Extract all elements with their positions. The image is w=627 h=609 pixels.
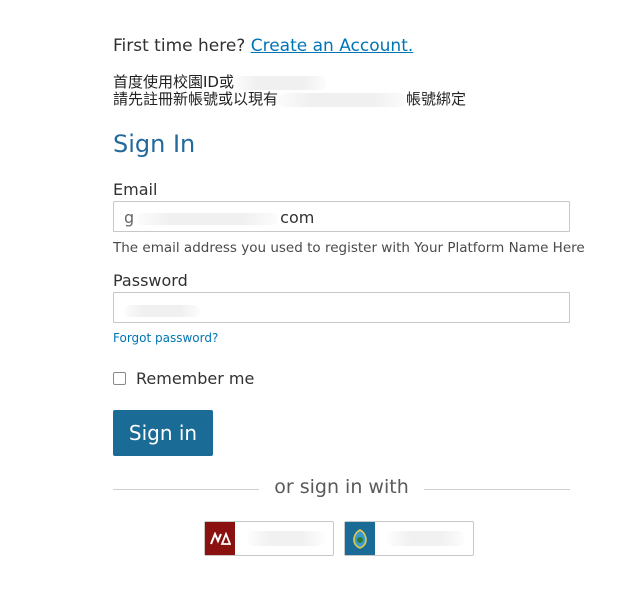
ntu-logo-icon (205, 522, 235, 555)
page-title: Sign In (113, 130, 196, 158)
password-label: Password (113, 271, 188, 290)
remember-me-label: Remember me (136, 369, 255, 388)
first-time-text: First time here? (113, 36, 246, 56)
email-value-suffix: com (280, 208, 315, 227)
provider-button-1[interactable] (204, 521, 334, 556)
sign-in-button[interactable]: Sign in (113, 410, 213, 456)
password-field[interactable] (113, 292, 570, 323)
redacted-text (247, 531, 325, 546)
forgot-password-link[interactable]: Forgot password? (113, 331, 218, 345)
divider-line-right (424, 489, 570, 490)
notice-line-2: 請先註冊新帳號或以現有 帳號綁定 (113, 91, 466, 108)
or-divider: or sign in with (113, 476, 570, 500)
redacted-text (124, 305, 200, 317)
email-value-prefix: g (124, 208, 135, 227)
divider-text: or sign in with (274, 476, 409, 498)
notice-text: 首度使用校園ID或 請先註冊新帳號或以現有 帳號綁定 (113, 74, 466, 108)
email-field[interactable]: g com (113, 201, 570, 232)
notice-line-2-end: 帳號綁定 (406, 90, 467, 108)
notice-line-2-start: 請先註冊新帳號或以現有 (113, 90, 279, 108)
shield-logo-icon (345, 522, 375, 555)
login-page: First time here? Create an Account. 首度使用… (0, 0, 627, 609)
notice-line-1: 首度使用校園ID或 (113, 74, 466, 91)
first-time-prompt: First time here? Create an Account. (113, 36, 413, 56)
email-label: Email (113, 180, 158, 199)
email-help-text: The email address you used to register w… (113, 240, 585, 256)
redacted-text (233, 75, 326, 90)
redacted-text (278, 92, 407, 107)
provider-button-2[interactable] (344, 521, 474, 556)
remember-me-checkbox[interactable] (113, 372, 126, 385)
remember-me[interactable]: Remember me (113, 369, 254, 388)
notice-line-1-text: 首度使用校園ID或 (113, 73, 234, 91)
redacted-text (136, 212, 279, 225)
create-account-link[interactable]: Create an Account. (251, 36, 414, 56)
redacted-text (387, 531, 465, 546)
